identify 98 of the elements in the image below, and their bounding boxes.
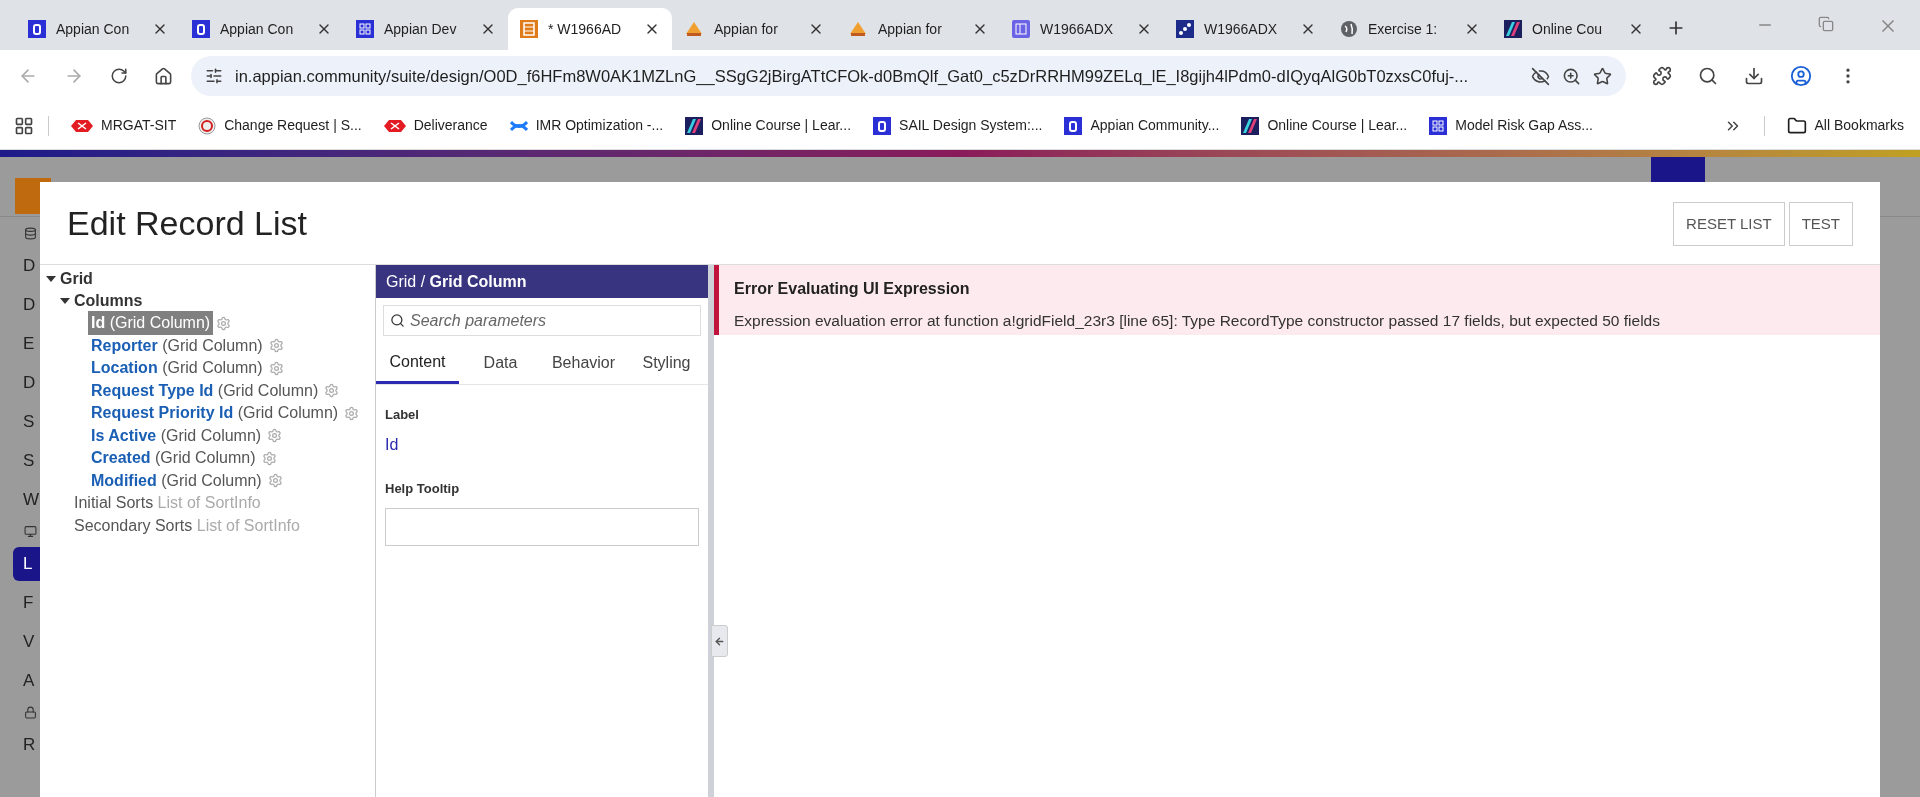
panel-tab[interactable]: Styling	[625, 342, 708, 384]
panel-tab[interactable]: Data	[459, 342, 542, 384]
browser-tab[interactable]: Appian Dev	[344, 8, 508, 50]
tab-title: Appian Dev	[384, 19, 458, 39]
course-favicon-icon	[1504, 20, 1522, 38]
tab-title: Appian Con	[56, 19, 131, 39]
dialog-button[interactable]: TEST	[1788, 202, 1853, 246]
eye-off-icon[interactable]	[1531, 66, 1550, 86]
browser-tab[interactable]: W1966ADX	[1164, 8, 1328, 50]
tree-node-label[interactable]: Grid	[60, 267, 93, 291]
pma-favicon-icon	[684, 20, 704, 38]
all-bookmarks[interactable]: All Bookmarks	[1786, 115, 1904, 136]
lock-icon	[24, 706, 37, 719]
expand-triangle-icon[interactable]	[46, 274, 56, 284]
grid-column-item[interactable]: Created (Grid Column)	[88, 446, 259, 471]
panel-header: Grid / Grid Column	[376, 265, 708, 298]
grid-column-item[interactable]: Id (Grid Column)	[88, 311, 214, 336]
bookmark[interactable]: MRGAT-SIT	[71, 115, 177, 136]
tab-title: Exercise 1:	[1368, 19, 1439, 39]
reload-icon[interactable]	[110, 67, 128, 85]
grid-column-item[interactable]: Request Priority Id (Grid Column)	[88, 401, 342, 426]
tab-title: Appian for	[714, 19, 779, 39]
panel-favicon-icon	[1012, 20, 1030, 38]
monitor-icon	[24, 525, 37, 538]
tab-title: Online Cou	[1532, 19, 1604, 39]
hexagon-logo-icon	[71, 119, 93, 132]
parameter-item[interactable]: Initial Sorts List of SortInfo	[74, 491, 261, 516]
apps-icon[interactable]	[14, 115, 34, 136]
browser-tab[interactable]: Appian for	[836, 8, 1000, 50]
collapse-button[interactable]	[711, 625, 728, 657]
grid-column-item[interactable]: Location (Grid Column)	[88, 356, 266, 381]
course-favicon-icon	[1241, 116, 1260, 135]
folder-icon	[1786, 115, 1807, 136]
grid-favicon-icon	[356, 20, 374, 38]
search-field[interactable]: Search parameters	[383, 305, 701, 336]
bookmark[interactable]: SAIL Design System:...	[873, 115, 1043, 136]
panel-tab[interactable]: Behavior	[542, 342, 625, 384]
browser-tab[interactable]: Appian Con	[180, 8, 344, 50]
app-favicon-icon	[873, 116, 892, 135]
bookmark[interactable]: Online Course | Lear...	[685, 115, 852, 136]
download-icon[interactable]	[1744, 66, 1764, 86]
arrow-left-icon	[714, 635, 725, 647]
tab-title: * W1966AD	[548, 19, 623, 39]
bookmark[interactable]: Model Risk Gap Ass...	[1429, 115, 1593, 136]
hexagon-logo-icon	[383, 119, 406, 132]
site-info-icon[interactable]	[205, 67, 223, 85]
course-favicon-icon	[685, 116, 704, 135]
bookmark[interactable]: IMR Optimization -...	[509, 115, 664, 136]
tree-node-label[interactable]: Columns	[74, 289, 143, 313]
bookmark[interactable]: Deliverance	[383, 115, 488, 136]
browser-tab[interactable]: Appian Con	[16, 8, 180, 50]
search-icon	[390, 313, 405, 328]
field-value[interactable]: Id	[385, 432, 699, 457]
browser-tab[interactable]: Exercise 1:	[1328, 8, 1492, 50]
app-favicon-icon	[1064, 116, 1083, 135]
address-field[interactable]: in.appian.community/suite/design/O0D_f6HFm8W0AK1MZLnG__SSgG2jBirgATtCFOk-d0BmQlf_Gat0_c5zDrRRHM99ZELq_lE_I8gijh4lPdm0-dIQyqAlG0bT0zxsC0fuj-...	[191, 56, 1626, 96]
grid-column-item[interactable]: Request Type Id (Grid Column)	[88, 378, 322, 403]
error-title: Error Evaluating UI Expression	[734, 279, 971, 299]
input-field[interactable]	[385, 508, 699, 546]
profile-icon[interactable]	[1790, 65, 1812, 87]
database-icon	[24, 227, 37, 240]
field-label: Label	[385, 406, 420, 424]
bookmark[interactable]: Online Course | Lear...	[1241, 115, 1408, 136]
dialog-title: Edit Record List	[67, 202, 308, 244]
bookmark[interactable]: Appian Community...	[1064, 115, 1220, 136]
pma-favicon-icon	[848, 20, 868, 38]
tab-title: W1966ADX	[1040, 19, 1115, 39]
restore-icon[interactable]	[1818, 16, 1834, 32]
list-favicon-icon	[520, 20, 538, 38]
browser-tab[interactable]: Appian for	[672, 8, 836, 50]
grid-column-item[interactable]: Reporter (Grid Column)	[88, 333, 266, 358]
extensions-icon[interactable]	[1652, 66, 1672, 86]
zoom-icon[interactable]	[1562, 66, 1581, 86]
parameter-item[interactable]: Secondary Sorts List of SortInfo	[74, 513, 300, 538]
target-icon	[198, 116, 217, 135]
tab-title: W1966ADX	[1204, 19, 1279, 39]
browser-tab[interactable]: W1966ADX	[1000, 8, 1164, 50]
expand-triangle-icon[interactable]	[60, 296, 70, 306]
url-text: in.appian.community/suite/design/O0D_f6HFm8W0AK1MZLnG__SSgG2jBirgATtCFOk-d0BmQlf_Gat0_c5zDrRRHM99ZELq_lE_I8gijh4lPdm0-dIQyqAlG0bT0zxsC0fuj-...	[235, 65, 1470, 88]
star-icon[interactable]	[1593, 66, 1612, 86]
app-favicon-icon	[192, 20, 210, 38]
tab-title: Appian for	[878, 19, 943, 39]
grid-column-item[interactable]: Modified (Grid Column)	[88, 468, 265, 493]
flow-favicon-icon	[1176, 20, 1194, 38]
globe-icon	[1340, 20, 1358, 38]
panel-tab[interactable]: Content	[376, 342, 459, 384]
app-favicon-icon	[28, 20, 46, 38]
grid-favicon-icon	[1429, 116, 1448, 135]
browser-tab[interactable]: Online Cou	[1492, 8, 1656, 50]
tab-title: Appian Con	[220, 19, 295, 39]
dialog-button[interactable]: RESET LIST	[1673, 202, 1785, 246]
grid-column-item[interactable]: Is Active (Grid Column)	[88, 423, 265, 448]
error-message: Expression evaluation error at function a!gridField_23r3 [line 65]: Type RecordType constructor passed 17 fields, but expected 50 fields	[734, 311, 1661, 331]
search-icon[interactable]	[1698, 66, 1718, 86]
browser-tab[interactable]: * W1966AD	[508, 8, 672, 50]
home-icon[interactable]	[154, 66, 173, 86]
bookmark[interactable]: Change Request | S...	[198, 115, 362, 136]
field-label: Help Tooltip	[385, 479, 461, 498]
